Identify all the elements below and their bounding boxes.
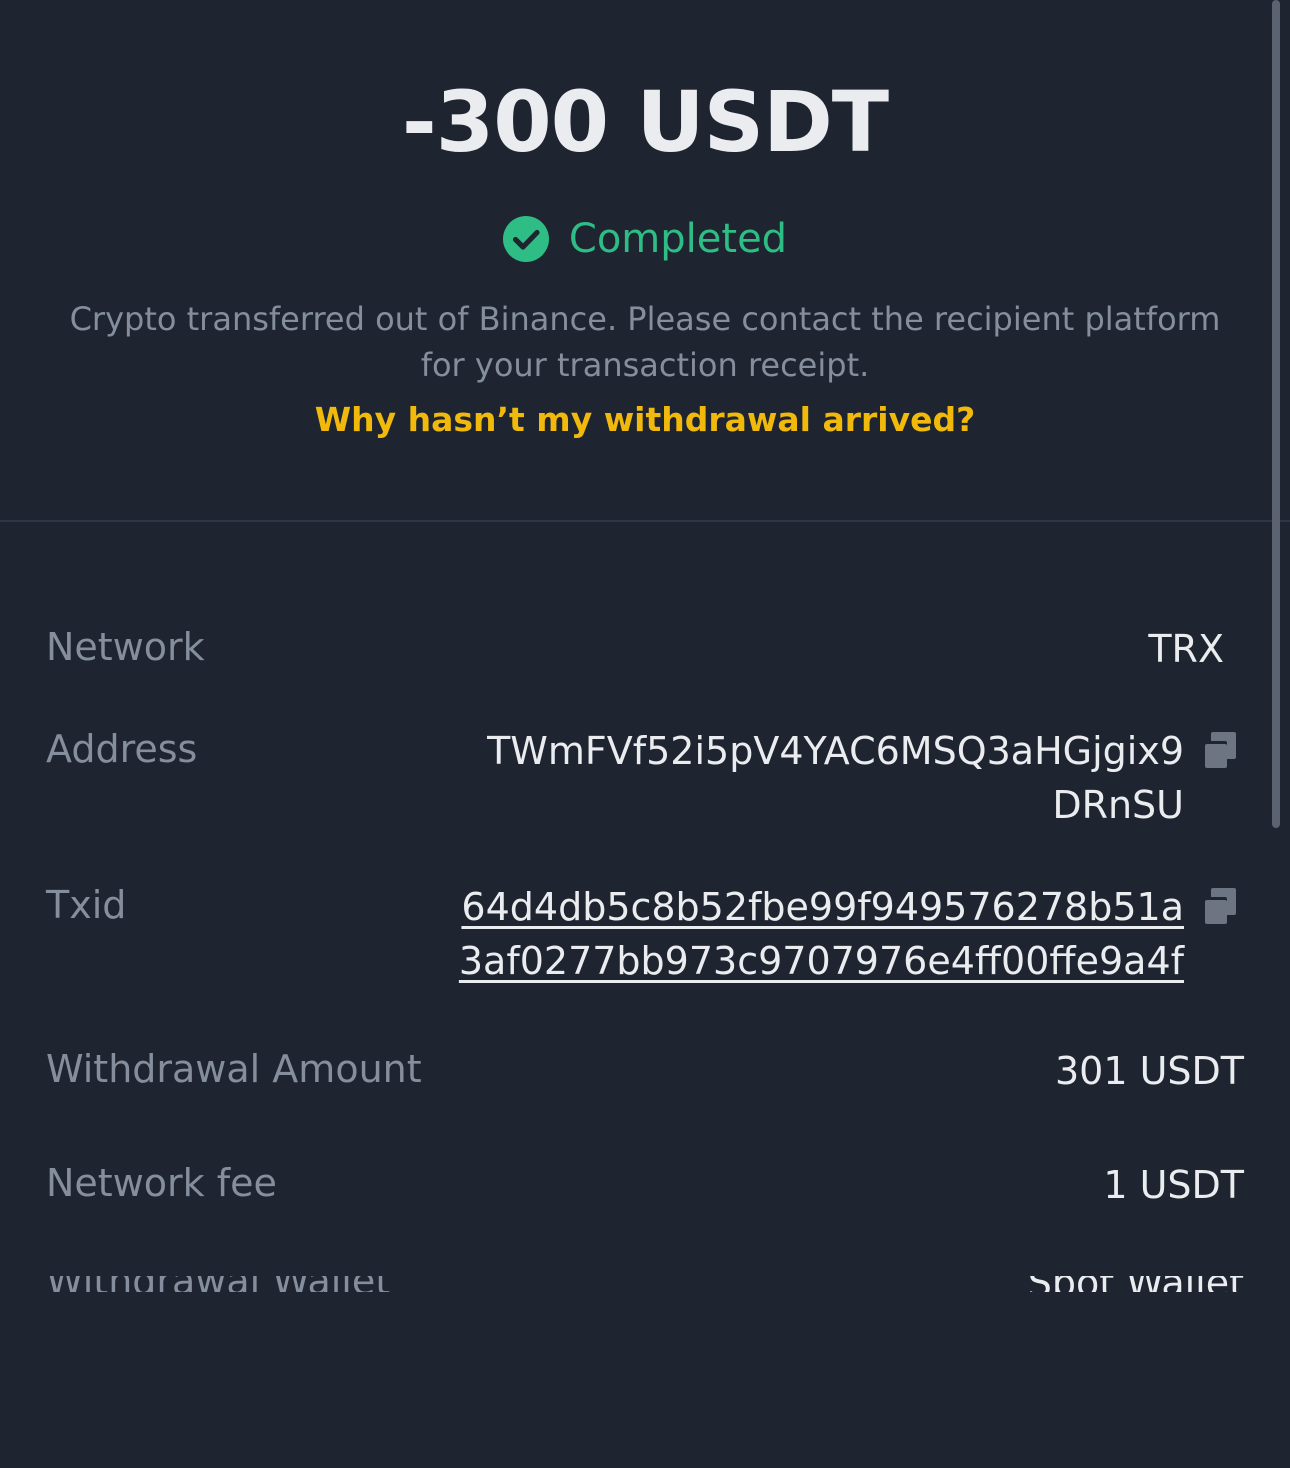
withdrawal-amount-label: Withdrawal Amount [46,1047,422,1091]
status-row: Completed [0,212,1290,266]
detail-row-withdrawal-amount: Withdrawal Amount 301 USDT [46,1044,1244,1104]
transaction-amount: -300 USDT [401,73,889,171]
txid-line-2[interactable]: 3af0277bb973c9707976e4ff00ffe9a4f [459,934,1184,988]
withdrawal-wallet-value: Spot Wallet [1028,1276,1244,1292]
detail-row-address: Address TWmFVf52i5pV4YAC6MSQ3aHGjgix9 DR… [46,724,1244,834]
status-description: Crypto transferred out of Binance. Pleas… [69,300,1221,384]
address-label: Address [46,727,198,771]
detail-row-network-fee: Network fee 1 USDT [46,1158,1244,1218]
txid-link[interactable]: 64d4db5c8b52fbe99f949576278b51a 3af0277b… [459,880,1184,988]
detail-row-withdrawal-wallet: Withdrawal Wallet Spot Wallet [46,1276,1244,1292]
transaction-summary: -300 USDT Completed Crypto transferred o… [0,0,1290,520]
section-divider [0,520,1290,522]
network-fee-label: Network fee [46,1161,277,1205]
address-value: TWmFVf52i5pV4YAC6MSQ3aHGjgix9 DRnSU [487,724,1184,832]
copy-icon[interactable] [1202,732,1236,768]
withdrawal-amount-value: 301 USDT [1054,1049,1244,1093]
check-circle-icon [502,216,549,262]
withdrawal-wallet-label: Withdrawal Wallet [46,1276,390,1292]
network-label: Network [46,625,205,669]
detail-row-network: Network TRX [46,622,1244,682]
network-value: TRX [1148,627,1224,671]
withdrawal-help-link[interactable]: Why hasn’t my withdrawal arrived? [0,398,1290,442]
copy-icon[interactable] [1202,888,1236,924]
scrollbar[interactable] [1272,0,1280,828]
txid-label: Txid [46,883,127,927]
txid-line-1[interactable]: 64d4db5c8b52fbe99f949576278b51a [459,880,1184,934]
address-line-1: TWmFVf52i5pV4YAC6MSQ3aHGjgix9 [487,729,1184,773]
network-fee-value: 1 USDT [1103,1163,1244,1207]
address-line-2: DRnSU [1052,783,1184,827]
detail-row-txid: Txid 64d4db5c8b52fbe99f949576278b51a 3af… [46,880,1244,990]
status-label: Completed [568,216,788,262]
